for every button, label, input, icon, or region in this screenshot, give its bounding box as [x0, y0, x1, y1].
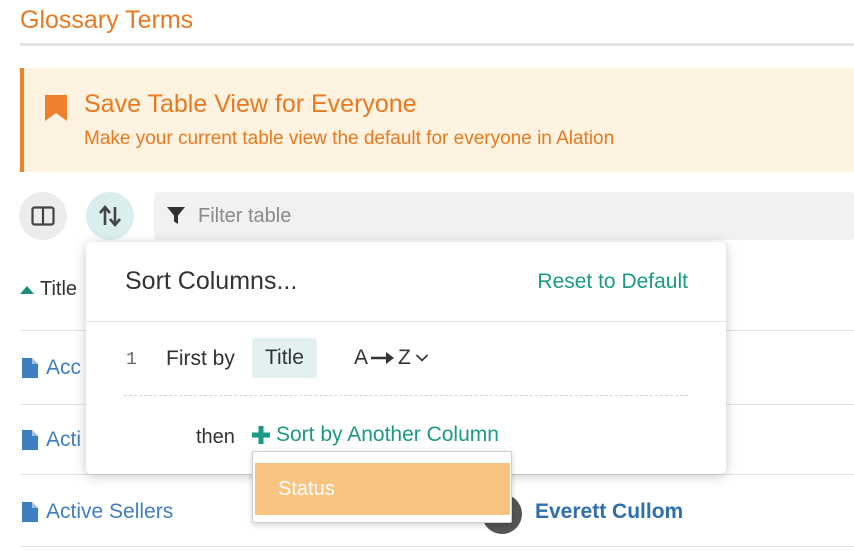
filter-box[interactable]: [154, 192, 854, 240]
column-dropdown: Status: [252, 451, 512, 523]
reset-to-default-link[interactable]: Reset to Default: [537, 270, 688, 294]
chevron-down-icon: [415, 354, 428, 362]
document-icon: [22, 502, 38, 522]
sort-arrows-icon: [99, 204, 121, 228]
column-header-label: Title: [40, 278, 78, 300]
table-row[interactable]: Acti: [22, 428, 81, 452]
dropdown-option-status[interactable]: Status: [255, 463, 510, 515]
table-row[interactable]: Acc: [22, 356, 81, 380]
sort-button[interactable]: [86, 192, 134, 240]
sort-direction-select[interactable]: A Z: [354, 346, 431, 370]
page-title: Glossary Terms: [20, 6, 194, 34]
popup-title: Sort Columns...: [125, 267, 298, 295]
sort-ascending-icon: [20, 285, 34, 294]
sort-columns-popup: Sort Columns... Reset to Default 1 First…: [86, 242, 726, 474]
banner-subtitle: Make your current table view the default…: [84, 128, 615, 149]
plus-icon: [252, 426, 270, 444]
sort-column-chip[interactable]: Title: [252, 338, 317, 378]
arrow-right-icon: [371, 352, 395, 364]
banner-title[interactable]: Save Table View for Everyone: [84, 90, 417, 119]
table-row[interactable]: Active Sellers: [22, 500, 173, 524]
row-title-link[interactable]: Acti: [46, 428, 81, 452]
sort-rule-prefix: First by: [166, 347, 235, 370]
sort-rule-number: 1: [126, 350, 137, 370]
then-label: then: [196, 426, 235, 448]
row-divider: [20, 546, 854, 547]
columns-icon: [31, 206, 55, 226]
title-divider: [20, 43, 854, 46]
title-column-header[interactable]: Title: [20, 278, 77, 301]
columns-button[interactable]: [19, 192, 67, 240]
direction-from: A: [354, 346, 369, 369]
direction-to: Z: [398, 346, 411, 369]
filter-input[interactable]: [198, 192, 798, 240]
popup-divider: [86, 321, 726, 322]
add-sort-label: Sort by Another Column: [276, 423, 499, 446]
filter-icon: [167, 207, 185, 224]
add-sort-column-button[interactable]: Sort by Another Column: [252, 423, 499, 447]
save-view-banner[interactable]: Save Table View for Everyone Make your c…: [20, 68, 854, 172]
row-title-link[interactable]: Active Sellers: [46, 500, 173, 524]
rule-separator: [124, 395, 688, 396]
document-icon: [22, 358, 38, 378]
owner-name-link[interactable]: Everett Cullom: [535, 500, 683, 524]
bookmark-icon: [45, 95, 67, 121]
row-title-link[interactable]: Acc: [46, 356, 81, 380]
document-icon: [22, 430, 38, 450]
